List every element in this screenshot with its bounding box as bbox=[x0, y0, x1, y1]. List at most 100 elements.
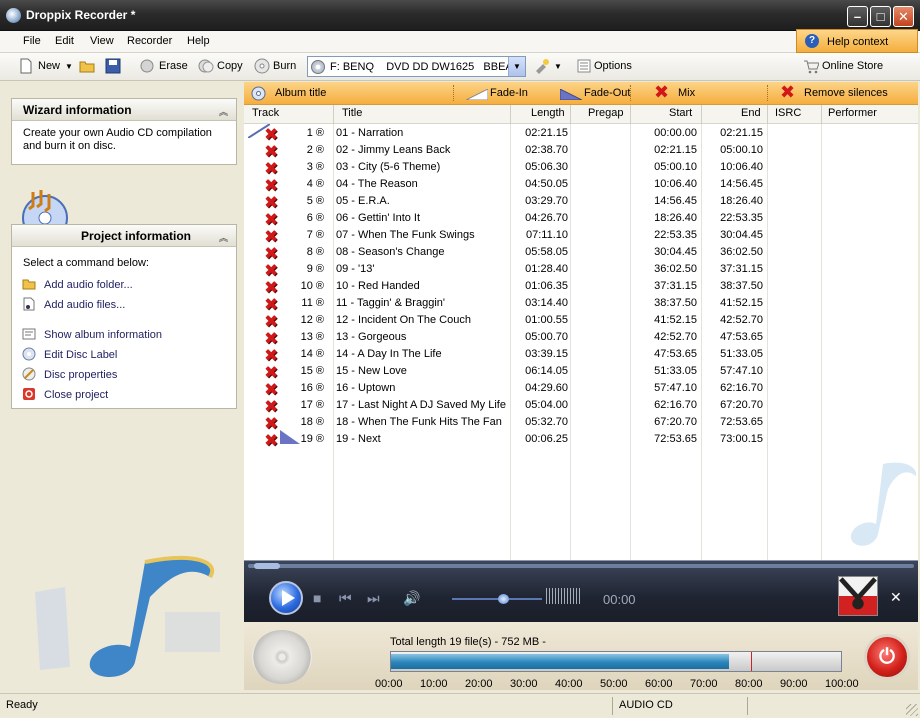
burn-power-button[interactable]: ⏻ bbox=[864, 634, 910, 680]
maximize-button[interactable]: □ bbox=[870, 6, 891, 27]
column-separator[interactable] bbox=[333, 105, 334, 124]
drive-tools-dropdown-icon[interactable]: ▼ bbox=[554, 62, 562, 71]
track-number: 2 ® bbox=[306, 144, 324, 156]
track-row[interactable]: ✖ 13 ® 13 - Gorgeous 05:00.70 42:52.70 47:53.… bbox=[244, 329, 918, 347]
save-icon[interactable] bbox=[105, 58, 121, 74]
shopping-cart-icon[interactable] bbox=[803, 58, 819, 74]
options-button[interactable]: Options bbox=[594, 60, 632, 72]
column-separator[interactable] bbox=[570, 105, 571, 124]
album-title-button[interactable]: Album title bbox=[275, 87, 326, 99]
column-pregap[interactable]: Pregap bbox=[588, 107, 623, 119]
column-track[interactable]: Track bbox=[252, 107, 279, 119]
column-isrc[interactable]: ISRC bbox=[775, 107, 801, 119]
column-separator[interactable] bbox=[767, 105, 768, 124]
track-length: 02:38.70 bbox=[525, 144, 568, 156]
stop-button[interactable]: ■ bbox=[313, 590, 321, 606]
play-button[interactable] bbox=[269, 581, 303, 615]
track-row[interactable]: ✖ 2 ® 02 - Jimmy Leans Back 02:38.70 02:21.1… bbox=[244, 142, 918, 160]
project-header[interactable]: Project information ︽ bbox=[12, 225, 236, 247]
track-row[interactable]: ✖ 11 ® 11 - Taggin' & Braggin' 03:14.40 38:3… bbox=[244, 295, 918, 313]
track-row[interactable]: ✖ 18 ® 18 - When The Funk Hits The Fan 05:3… bbox=[244, 414, 918, 432]
copy-icon[interactable] bbox=[198, 58, 214, 74]
track-row[interactable]: ✖ 6 ® 06 - Gettin' Into It 04:26.70 18:26.40… bbox=[244, 210, 918, 228]
column-start[interactable]: Start bbox=[669, 107, 692, 119]
help-context-button[interactable]: ? Help context bbox=[796, 29, 918, 53]
track-row[interactable]: ✖ 10 ® 10 - Red Handed 01:06.35 37:31.15 38:3… bbox=[244, 278, 918, 296]
volume-thumb[interactable] bbox=[498, 594, 509, 604]
erase-icon[interactable] bbox=[139, 58, 155, 74]
track-row[interactable]: ✖ 5 ® 05 - E.R.A. 03:29.70 14:56.45 18:26.40 bbox=[244, 193, 918, 211]
column-separator[interactable] bbox=[821, 105, 822, 124]
resize-grip[interactable] bbox=[906, 704, 918, 716]
copy-button[interactable]: Copy bbox=[217, 60, 243, 72]
new-dropdown-icon[interactable]: ▼ bbox=[65, 62, 73, 71]
track-row[interactable]: ✖ 9 ® 09 - '13' 01:28.40 36:02.50 37:31.15 bbox=[244, 261, 918, 279]
close-project-link[interactable]: Close project bbox=[22, 387, 108, 401]
track-row[interactable]: ✖ 19 ® 19 - Next 00:06.25 72:53.65 73:00.15 bbox=[244, 431, 918, 450]
add-audio-files-link[interactable]: Add audio files... bbox=[22, 297, 125, 311]
previous-track-button[interactable]: ⏮ bbox=[339, 590, 352, 607]
track-row[interactable]: ✖ 3 ® 03 - City (5-6 Theme) 05:06.30 05:00.1… bbox=[244, 159, 918, 177]
show-album-information-link[interactable]: Show album information bbox=[22, 327, 162, 341]
add-audio-folder-link[interactable]: Add audio folder... bbox=[22, 277, 133, 291]
fade-out-button[interactable]: Fade-Out bbox=[584, 87, 630, 99]
track-end: 05:00.10 bbox=[720, 144, 763, 156]
track-row[interactable]: ✖ 12 ® 12 - Incident On The Couch 01:00.55 4… bbox=[244, 312, 918, 330]
close-player-icon[interactable]: ✕ bbox=[890, 589, 902, 606]
column-length[interactable]: Length bbox=[531, 107, 565, 119]
drive-select-value: F: BENQ DVD DD DW1625 BBEA bbox=[330, 61, 513, 73]
track-row[interactable]: ✖ 8 ® 08 - Season's Change 05:58.05 30:04.45… bbox=[244, 244, 918, 262]
wizard-header[interactable]: Wizard information ︽ bbox=[12, 99, 236, 121]
next-track-button[interactable]: ⏭ bbox=[367, 590, 380, 607]
track-title: 16 - Uptown bbox=[336, 382, 396, 394]
burn-button[interactable]: Burn bbox=[273, 60, 296, 72]
fade-in-button[interactable]: Fade-In bbox=[490, 87, 528, 99]
track-row[interactable]: ✖ 16 ® 16 - Uptown 04:29.60 57:47.10 62:16.70 bbox=[244, 380, 918, 398]
chevron-down-icon[interactable]: ▼ bbox=[508, 57, 525, 76]
column-separator[interactable] bbox=[510, 105, 511, 124]
new-button[interactable]: New bbox=[38, 60, 60, 72]
edit-disc-label-link[interactable]: Edit Disc Label bbox=[22, 347, 117, 361]
track-row[interactable]: ✖ 15 ® 15 - New Love 06:14.05 51:33.05 57:47.… bbox=[244, 363, 918, 381]
menu-recorder[interactable]: Recorder bbox=[127, 35, 172, 47]
column-end[interactable]: End bbox=[741, 107, 761, 119]
menu-help[interactable]: Help bbox=[187, 35, 210, 47]
online-store-button[interactable]: Online Store bbox=[822, 60, 883, 72]
track-row[interactable]: ✖ 7 ® 07 - When The Funk Swings 07:11.10 22:… bbox=[244, 227, 918, 245]
column-title[interactable]: Title bbox=[342, 107, 362, 119]
remove-track-icon[interactable]: ✖ bbox=[264, 432, 281, 450]
seek-bar[interactable] bbox=[248, 564, 914, 568]
droppix-logo-icon[interactable] bbox=[838, 576, 878, 616]
mix-button[interactable]: Mix bbox=[678, 87, 695, 99]
options-icon[interactable] bbox=[576, 58, 592, 74]
folder-icon bbox=[22, 279, 36, 290]
erase-button[interactable]: Erase bbox=[159, 60, 188, 72]
track-row[interactable]: ✖ 14 ® 14 - A Day In The Life 03:39.15 47:53… bbox=[244, 346, 918, 364]
collapse-icon[interactable]: ︽ bbox=[219, 105, 228, 118]
track-row[interactable]: ✖ 17 ® 17 - Last Night A DJ Saved My Life 0… bbox=[244, 397, 918, 415]
menu-edit[interactable]: Edit bbox=[55, 35, 74, 47]
minimize-button[interactable]: – bbox=[847, 6, 868, 27]
close-button[interactable]: ✕ bbox=[893, 6, 914, 27]
track-row[interactable]: ✖ 4 ® 04 - The Reason 04:50.05 10:06.40 14:56… bbox=[244, 176, 918, 194]
speaker-icon[interactable]: 🔊 bbox=[403, 590, 420, 607]
menu-view[interactable]: View bbox=[90, 35, 114, 47]
remove-silences-button[interactable]: Remove silences bbox=[804, 87, 888, 99]
collapse-icon[interactable]: ︽ bbox=[219, 231, 228, 244]
column-separator[interactable] bbox=[701, 105, 702, 124]
track-length: 05:32.70 bbox=[525, 416, 568, 428]
disc-properties-link[interactable]: Disc properties bbox=[22, 367, 117, 381]
track-length: 04:26.70 bbox=[525, 212, 568, 224]
track-row[interactable]: ✖ 1 ® 01 - Narration 02:21.15 00:00.00 02:21.… bbox=[244, 125, 918, 143]
track-number: 14 ® bbox=[300, 348, 324, 360]
drive-select[interactable]: F: BENQ DVD DD DW1625 BBEA ▼ bbox=[307, 56, 526, 77]
menu-file[interactable]: File bbox=[23, 35, 41, 47]
burn-icon[interactable] bbox=[254, 58, 270, 74]
drive-tools-icon[interactable] bbox=[534, 58, 550, 74]
volume-slider[interactable] bbox=[452, 598, 542, 600]
column-performer[interactable]: Performer bbox=[828, 107, 877, 119]
open-folder-icon[interactable] bbox=[79, 58, 95, 74]
seek-thumb[interactable] bbox=[254, 563, 280, 569]
toolbar: New ▼ Erase Copy Burn F: BENQ DVD DD DW1… bbox=[0, 53, 920, 81]
column-separator[interactable] bbox=[630, 105, 631, 124]
